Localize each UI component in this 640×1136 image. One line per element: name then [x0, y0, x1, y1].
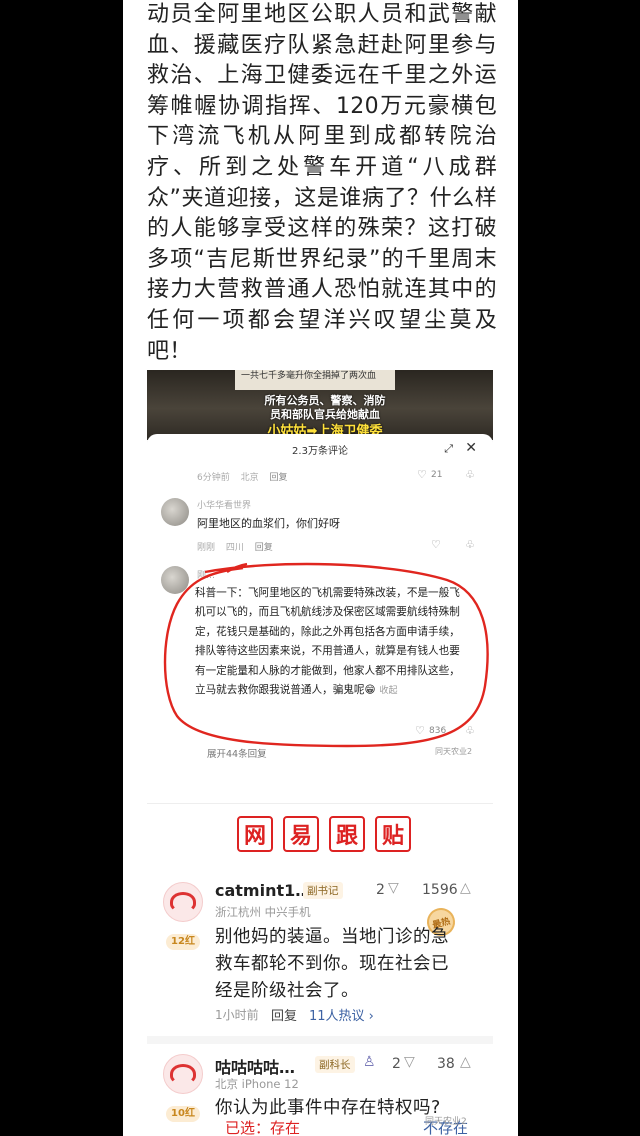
comment-username[interactable]: 小华华看世界 [197, 498, 251, 511]
reply-link[interactable]: 回复 [270, 473, 288, 483]
reply-text: 别他妈的装逼。当地门诊的急救车都轮不到你。现在社会已经是阶级社会了。 [215, 927, 449, 1001]
avatar[interactable] [163, 882, 203, 922]
like-count: 21 [431, 470, 443, 480]
title-char: 易 [283, 816, 319, 852]
hot-discussion-link[interactable]: 11人热议 › [309, 1005, 374, 1024]
title-badge: 副书记 [303, 882, 343, 899]
thumb-down-icon[interactable]: ♧ [465, 724, 475, 737]
comment-meta: 刚刚 四川 回复 [197, 540, 281, 553]
article-page: 动员全阿里地区公职人员和武警献血、援藏医疗队紧急赶赴阿里参与救治、上海卫健委远在… [123, 0, 518, 1136]
dislike-count: 2 [392, 1056, 401, 1072]
reply-link[interactable]: 回复 [255, 543, 273, 553]
heart-icon[interactable]: ♡ [415, 724, 425, 737]
title-char: 贴 [375, 816, 411, 852]
dislike-icon[interactable]: ▽ [404, 1054, 415, 1070]
fold-link[interactable]: 收起 [380, 686, 398, 696]
reply-button[interactable]: 回复 [271, 1005, 297, 1024]
article-paragraph: 动员全阿里地区公职人员和武警献血、援藏医疗队紧急赶赴阿里参与救治、上海卫健委远在… [147, 2, 497, 364]
netease-replies-screenshot: 网 易 跟 贴 12红 catmint1… 副书记 2 ▽ 1596 △ 浙江杭… [147, 803, 493, 1136]
comment-time: 6分钟前 [197, 473, 230, 483]
dislike-icon[interactable]: ▽ [388, 880, 399, 896]
poll-selected-option[interactable]: 已选：存在 [225, 1117, 300, 1136]
comment-time: 刚刚 [197, 543, 216, 553]
comment-meta: 6分钟前 北京 回复 [197, 470, 296, 483]
article-body: 动员全阿里地区公职人员和武警献血、援藏医疗队紧急赶赴阿里参与救治、上海卫健委远在… [147, 0, 497, 367]
medal-icon: ♙ [363, 1054, 376, 1070]
comment-sheet: 2.3万条评论 ⤢ ✕ 6分钟前 北京 回复 ♡ 21 ♧ 小华华看世界 阿里地… [147, 434, 493, 762]
video-frame: 一共七千多毫升你全捐掉了两次血 所有公务员、警察、消防 员和部队官兵给她献血 小… [147, 370, 493, 440]
like-icon[interactable]: △ [460, 1054, 471, 1070]
like-count: 1596 [422, 882, 458, 898]
location: 北京 iPhone 12 [215, 1077, 299, 1091]
dislike-count: 2 [376, 882, 385, 898]
username[interactable]: catmint1… [215, 881, 311, 900]
divider [147, 1036, 493, 1044]
like-icon[interactable]: △ [460, 880, 471, 896]
location: 浙江杭州 中兴手机 [215, 905, 311, 919]
douyin-comments-screenshot: 一共七千多毫升你全捐掉了两次血 所有公务员、警察、消防 员和部队官兵给她献血 小… [147, 370, 493, 762]
level-badge: 10红 [166, 1106, 200, 1122]
comment-text: 阿里地区的血浆们，你们好呀 [197, 517, 340, 530]
comment-location: 北京 [240, 473, 259, 483]
netease-title: 网 易 跟 贴 [237, 816, 411, 854]
expand-icon[interactable]: ⤢ [444, 442, 453, 456]
expand-replies-link[interactable]: 展开44条回复 [207, 746, 267, 760]
title-char: 网 [237, 816, 273, 852]
username[interactable]: 咕咕咕咕… [215, 1054, 295, 1078]
watermark: 同天农业2 [425, 1117, 467, 1127]
watermark: 同天农业2 [435, 747, 473, 756]
video-caption-top: 一共七千多毫升你全捐掉了两次血 [235, 370, 395, 390]
heart-icon[interactable]: ♡ [417, 468, 427, 481]
comment-username[interactable]: 刚… [197, 568, 215, 581]
level-badge: 12红 [166, 934, 200, 950]
like-count: 836 [429, 726, 447, 736]
avatar[interactable] [161, 566, 189, 594]
heart-icon[interactable]: ♡ [431, 538, 441, 551]
comment-count-title: 2.3万条评论 [292, 446, 348, 457]
close-icon[interactable]: ✕ [465, 440, 477, 456]
highlighted-comment: 科普一下：飞阿里地区的飞机需要特殊改装，不是一般飞机可以飞的，而且飞机航线涉及保… [195, 584, 469, 701]
thumb-down-icon[interactable]: ♧ [465, 468, 475, 481]
avatar[interactable] [161, 498, 189, 526]
comment-location: 四川 [225, 543, 244, 553]
like-count: 38 [437, 1056, 455, 1072]
reply-time: 1小时前 [215, 1008, 259, 1022]
title-char: 跟 [329, 816, 365, 852]
thumb-down-icon[interactable]: ♧ [465, 538, 475, 551]
title-badge: 副科长 [315, 1056, 355, 1073]
comment-text: 科普一下：飞阿里地区的飞机需要特殊改装，不是一般飞机可以飞的，而且飞机航线涉及保… [195, 587, 460, 697]
avatar[interactable] [163, 1054, 203, 1094]
